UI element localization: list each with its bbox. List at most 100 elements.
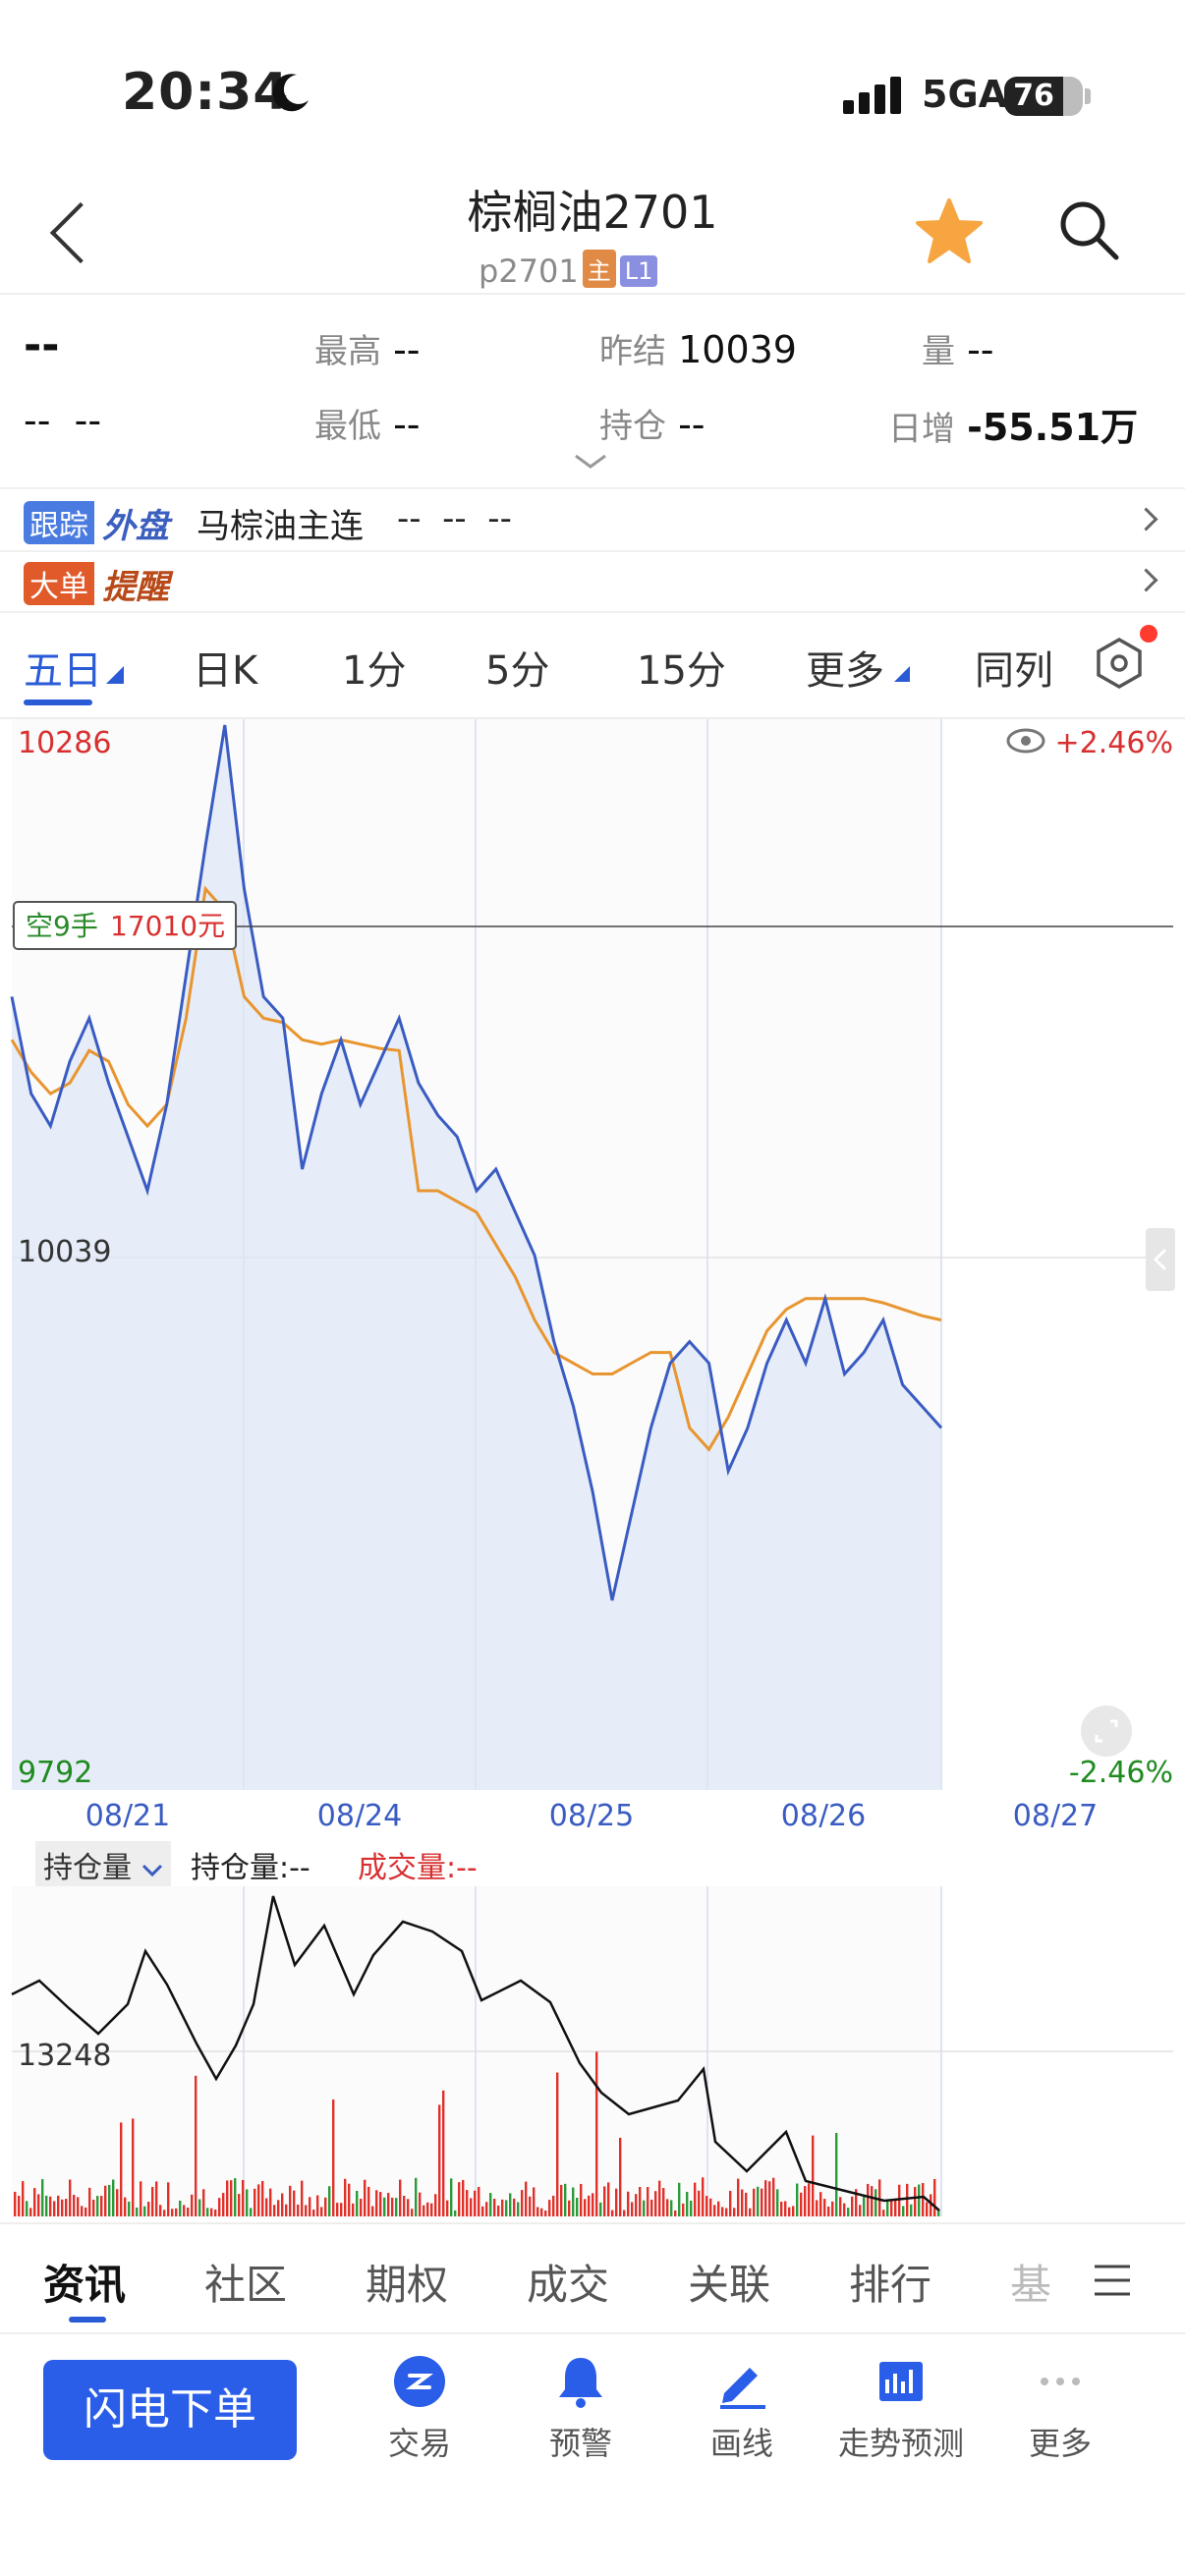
volume-bar — [505, 2200, 508, 2216]
volume-bar — [41, 2179, 44, 2216]
alert-button[interactable]: 预警 — [517, 2354, 645, 2464]
prev-settle-value: 10039 — [678, 328, 797, 371]
volume-bar — [922, 2183, 925, 2216]
tab-1min[interactable]: 1分 — [342, 639, 406, 696]
pen-icon — [720, 2368, 765, 2409]
volume-bar — [847, 2208, 850, 2216]
volume-bar — [104, 2185, 107, 2216]
volume-bar — [210, 2208, 213, 2216]
volume-bar — [423, 2205, 425, 2216]
volume-bar — [269, 2188, 272, 2216]
volume-bar — [894, 2200, 897, 2216]
volume-bar — [415, 2177, 418, 2216]
volume-bar — [725, 2208, 728, 2216]
volume-bar — [234, 2178, 237, 2216]
volume-bar — [918, 2184, 921, 2216]
draw-line-button[interactable]: 画线 — [678, 2354, 806, 2464]
volume-bar — [615, 2188, 618, 2216]
volume-bar — [741, 2189, 744, 2216]
volume-bar — [560, 2184, 563, 2216]
side-panel-handle[interactable] — [1146, 1228, 1175, 1291]
volume-bar — [804, 2186, 807, 2216]
sub-indicator-label: 持仓量 — [43, 1851, 132, 1885]
volume-bar — [18, 2195, 21, 2216]
volume-bar — [580, 2183, 583, 2216]
volume-bar — [254, 2188, 256, 2216]
volume-bar — [623, 2210, 626, 2216]
volume-bar — [485, 2202, 488, 2216]
volume-bar — [662, 2188, 665, 2216]
more-button[interactable]: 更多 — [996, 2354, 1124, 2464]
volume-bar — [14, 2191, 17, 2216]
volume-bar — [442, 2090, 445, 2216]
volume-bar — [324, 2197, 327, 2216]
tab-five-day[interactable]: 五日 — [24, 639, 102, 696]
tab-daily-k[interactable]: 日K — [193, 639, 257, 696]
tab-options[interactable]: 期权 — [366, 2252, 448, 2312]
tab-15min[interactable]: 15分 — [637, 639, 726, 696]
volume-bar — [53, 2201, 56, 2216]
tab-related[interactable]: 关联 — [688, 2252, 770, 2312]
volume-oi-chart[interactable]: 13248 — [0, 1886, 1185, 2220]
favorite-star-icon[interactable] — [914, 196, 985, 267]
volume-bar — [886, 2199, 889, 2216]
tab-5min[interactable]: 5分 — [485, 639, 549, 696]
trend-forecast-button[interactable]: 走势预测 — [837, 2354, 965, 2464]
volume-bar — [768, 2181, 771, 2216]
trade-button[interactable]: 交易 — [356, 2354, 483, 2464]
flash-order-button[interactable]: 闪电下单 — [43, 2360, 297, 2460]
sub-indicator-select[interactable]: 持仓量 — [35, 1841, 171, 1888]
big-order-banner[interactable]: 大单 提醒 — [0, 550, 1185, 613]
y-mid-label: 10039 — [18, 1235, 111, 1269]
settings-hexagon-icon[interactable] — [1093, 637, 1146, 690]
track-banner[interactable]: 跟踪 外盘 马棕油主连 -- -- -- — [0, 487, 1185, 552]
volume-bar — [320, 2207, 323, 2216]
search-icon[interactable] — [1055, 196, 1120, 261]
tab-ranking[interactable]: 排行 — [849, 2252, 931, 2312]
volume-bar — [709, 2198, 712, 2216]
volume-bar — [462, 2179, 465, 2216]
volume-bar — [61, 2199, 64, 2216]
volume-bar — [73, 2194, 76, 2216]
tab-same-list[interactable]: 同列 — [975, 639, 1053, 696]
tab-community[interactable]: 社区 — [204, 2252, 287, 2312]
volume-bar — [195, 2075, 198, 2216]
tab-news[interactable]: 资讯 — [43, 2252, 126, 2312]
volume-bar — [926, 2202, 929, 2216]
alert-label: 预警 — [548, 2425, 612, 2462]
volume-bar — [914, 2187, 917, 2216]
tab-trades[interactable]: 成交 — [527, 2252, 609, 2312]
volume-bar — [230, 2180, 233, 2216]
date-label-4: 08/26 — [781, 1799, 866, 1827]
volume-bar — [277, 2200, 280, 2216]
volume-bar — [183, 2205, 186, 2216]
change-pct: -- — [74, 399, 102, 442]
volume-bar — [501, 2199, 504, 2216]
track-tag-outer: 外盘 — [102, 507, 169, 546]
volume-bar — [238, 2194, 241, 2216]
fullscreen-icon[interactable] — [1081, 1706, 1132, 1757]
expand-chevron-icon[interactable] — [574, 454, 607, 470]
volume-bar — [312, 2210, 315, 2216]
volume-bar — [690, 2200, 693, 2216]
volume-bar — [576, 2197, 579, 2216]
tab-fundamentals[interactable]: 基 — [1010, 2252, 1051, 2312]
volume-bar — [250, 2208, 253, 2216]
volume-bar — [364, 2179, 367, 2216]
volume-bar — [839, 2197, 842, 2216]
volume-bar — [293, 2190, 296, 2216]
high-label: 最高 — [314, 332, 381, 371]
volume-bar — [816, 2200, 818, 2216]
volume-bar — [631, 2202, 634, 2216]
open-interest-value: -- — [678, 403, 705, 446]
volume-bar — [875, 2189, 877, 2216]
volume-bar — [910, 2204, 913, 2216]
volume-bar — [371, 2206, 374, 2216]
track-values: -- -- -- — [397, 499, 512, 538]
volume-bar — [819, 2192, 822, 2216]
menu-icon[interactable] — [1093, 2264, 1132, 2297]
volume-bar — [713, 2205, 716, 2216]
price-chart[interactable]: 空9手 17010元 10286 10039 9792 +2.46% -2.46… — [0, 717, 1185, 1827]
contract-code-text: p2701 — [479, 252, 579, 290]
tab-more[interactable]: 更多 — [806, 639, 884, 696]
